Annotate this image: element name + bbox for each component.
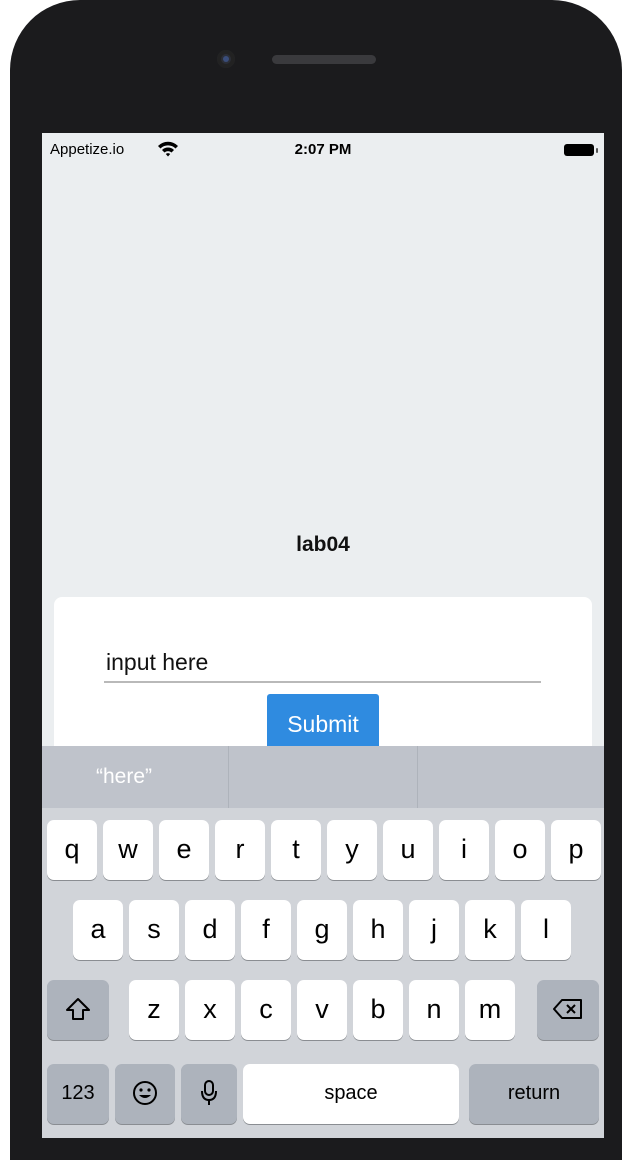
emoji-icon[interactable] [115, 1064, 175, 1124]
key-m[interactable]: m [465, 980, 515, 1040]
page-title: lab04 [296, 533, 350, 556]
suggestion-divider [228, 746, 229, 808]
numbers-key[interactable]: 123 [47, 1064, 109, 1124]
key-i[interactable]: i [439, 820, 489, 880]
battery-icon [564, 144, 598, 156]
key-l[interactable]: l [521, 900, 571, 960]
key-a[interactable]: a [73, 900, 123, 960]
key-e[interactable]: e [159, 820, 209, 880]
key-u[interactable]: u [383, 820, 433, 880]
key-b[interactable]: b [353, 980, 403, 1040]
key-s[interactable]: s [129, 900, 179, 960]
key-r[interactable]: r [215, 820, 265, 880]
key-f[interactable]: f [241, 900, 291, 960]
device-screen: Appetize.io 2:07 PM lab04 Submit “here” … [42, 133, 604, 1138]
suggestion-divider [417, 746, 418, 808]
key-z[interactable]: z [129, 980, 179, 1040]
key-o[interactable]: o [495, 820, 545, 880]
key-v[interactable]: v [297, 980, 347, 1040]
key-j[interactable]: j [409, 900, 459, 960]
status-bar: Appetize.io 2:07 PM [42, 133, 604, 167]
key-n[interactable]: n [409, 980, 459, 1040]
key-c[interactable]: c [241, 980, 291, 1040]
speaker-grille [272, 55, 376, 64]
key-h[interactable]: h [353, 900, 403, 960]
clock-time: 2:07 PM [294, 141, 352, 158]
key-t[interactable]: t [271, 820, 321, 880]
camera-icon [217, 50, 235, 68]
key-w[interactable]: w [103, 820, 153, 880]
on-screen-keyboard: “here” q w e r t y u i o p a s d f g h j… [42, 746, 604, 1138]
key-y[interactable]: y [327, 820, 377, 880]
key-p[interactable]: p [551, 820, 601, 880]
key-g[interactable]: g [297, 900, 347, 960]
microphone-icon[interactable] [181, 1064, 237, 1124]
return-key[interactable]: return [469, 1064, 599, 1124]
space-key[interactable]: space [243, 1064, 459, 1124]
text-input[interactable] [104, 647, 541, 683]
suggestion-1[interactable]: “here” [96, 746, 152, 808]
key-q[interactable]: q [47, 820, 97, 880]
backspace-icon[interactable] [537, 980, 599, 1040]
key-x[interactable]: x [185, 980, 235, 1040]
key-k[interactable]: k [465, 900, 515, 960]
shift-icon[interactable] [47, 980, 109, 1040]
suggestion-bar: “here” [42, 746, 604, 808]
submit-button[interactable]: Submit [267, 694, 379, 754]
key-d[interactable]: d [185, 900, 235, 960]
